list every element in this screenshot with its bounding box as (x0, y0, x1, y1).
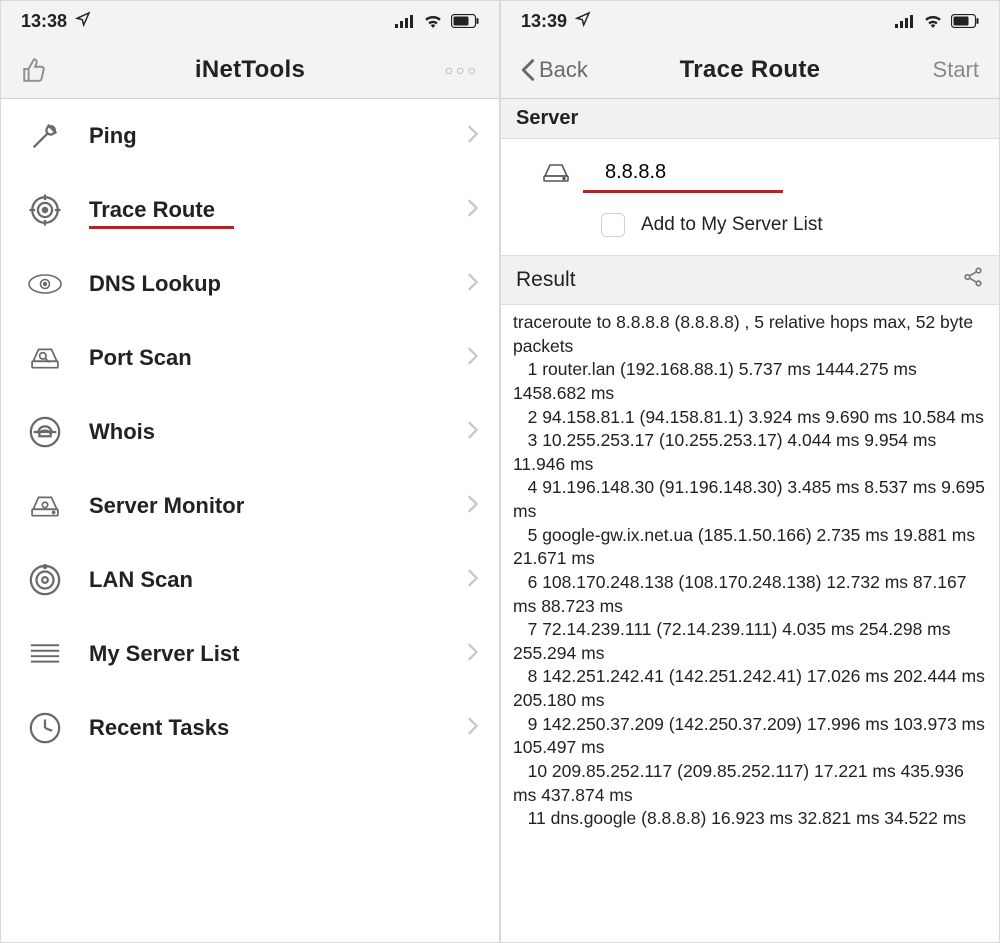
chevron-right-icon (467, 493, 479, 519)
status-time: 13:38 (21, 11, 67, 32)
start-button[interactable]: Start (909, 57, 979, 83)
recent-tasks-icon (23, 706, 67, 750)
tool-row-whois[interactable]: Whois (1, 395, 499, 469)
port-scan-icon (23, 336, 67, 380)
back-label: Back (539, 57, 588, 83)
chevron-right-icon (467, 567, 479, 593)
tool-row-recent-tasks[interactable]: Recent Tasks (1, 691, 499, 765)
more-icon: ○○○ (445, 62, 479, 78)
status-left: 13:39 (521, 11, 591, 32)
phone-right-traceroute: 13:39 Back Trace Route Start (500, 0, 1000, 943)
tool-label: Port Scan (89, 345, 467, 371)
status-bar: 13:38 (1, 1, 499, 41)
location-icon (75, 11, 91, 32)
tool-label: My Server List (89, 641, 467, 667)
start-label: Start (933, 57, 979, 83)
battery-icon (951, 14, 979, 28)
cellular-icon (395, 14, 415, 28)
trace-route-icon (23, 188, 67, 232)
status-bar: 13:39 (501, 1, 999, 41)
tool-label: DNS Lookup (89, 271, 467, 297)
tool-label: Server Monitor (89, 493, 467, 519)
phone-left-main: 13:38 iNetTools ○○○ Ping Trace Route DNS L… (0, 0, 500, 943)
tool-row-trace-route[interactable]: Trace Route (1, 173, 499, 247)
tool-list[interactable]: Ping Trace Route DNS Lookup Port Scan Whois S… (1, 99, 499, 942)
result-output[interactable]: traceroute to 8.8.8.8 (8.8.8.8) , 5 rela… (501, 305, 999, 837)
tool-row-dns-lookup[interactable]: DNS Lookup (1, 247, 499, 321)
chevron-right-icon (467, 715, 479, 741)
like-button[interactable] (21, 57, 91, 83)
server-monitor-icon (23, 484, 67, 528)
status-time: 13:39 (521, 11, 567, 32)
chevron-right-icon (467, 345, 479, 371)
ping-icon (23, 114, 67, 158)
chevron-right-icon (467, 123, 479, 149)
nav-title: iNetTools (91, 56, 409, 84)
result-section-header: Result (501, 255, 999, 305)
chevron-right-icon (467, 419, 479, 445)
tool-row-my-server-list[interactable]: My Server List (1, 617, 499, 691)
my-server-list-icon (23, 632, 67, 676)
status-right (895, 14, 979, 28)
status-right (395, 14, 479, 28)
add-to-list-checkbox[interactable] (601, 213, 625, 237)
tool-row-port-scan[interactable]: Port Scan (1, 321, 499, 395)
nav-bar: Back Trace Route Start (501, 41, 999, 99)
battery-icon (451, 14, 479, 28)
more-button[interactable]: ○○○ (409, 62, 479, 78)
status-left: 13:38 (21, 11, 91, 32)
share-button[interactable] (962, 266, 984, 294)
whois-icon (23, 410, 67, 454)
chevron-right-icon (467, 271, 479, 297)
tool-label: Recent Tasks (89, 715, 467, 741)
server-input[interactable] (599, 157, 799, 188)
server-section-header: Server (501, 99, 999, 139)
location-icon (575, 11, 591, 32)
wifi-icon (923, 14, 943, 28)
tool-label: LAN Scan (89, 567, 467, 593)
tool-label: Trace Route (89, 197, 467, 223)
back-button[interactable]: Back (521, 57, 588, 83)
tool-row-ping[interactable]: Ping (1, 99, 499, 173)
server-icon (541, 162, 571, 189)
tool-row-lan-scan[interactable]: LAN Scan (1, 543, 499, 617)
cellular-icon (895, 14, 915, 28)
nav-bar: iNetTools ○○○ (1, 41, 499, 99)
server-row (501, 139, 999, 205)
add-to-list-label: Add to My Server List (641, 214, 823, 236)
add-to-list-row[interactable]: Add to My Server List (501, 205, 999, 255)
tool-row-server-monitor[interactable]: Server Monitor (1, 469, 499, 543)
tool-label: Whois (89, 419, 467, 445)
chevron-right-icon (467, 641, 479, 667)
tool-label: Ping (89, 123, 467, 149)
lan-scan-icon (23, 558, 67, 602)
dns-lookup-icon (23, 262, 67, 306)
nav-title: Trace Route (591, 56, 909, 84)
wifi-icon (423, 14, 443, 28)
result-heading: Result (516, 268, 576, 292)
chevron-right-icon (467, 197, 479, 223)
server-input-underline (583, 190, 783, 193)
